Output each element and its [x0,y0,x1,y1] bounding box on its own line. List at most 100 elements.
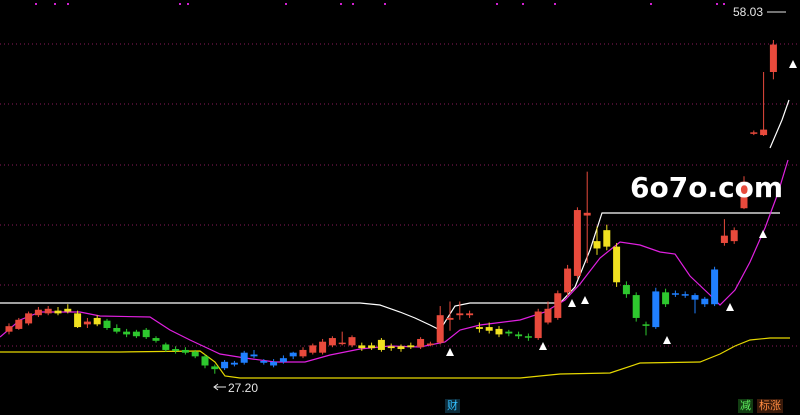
candle-body [289,352,297,357]
candle-body [436,315,444,343]
top-marker-dot [522,3,524,5]
candle [564,264,572,296]
tag-jian[interactable]: 减 [738,399,753,413]
candle-body [348,337,356,346]
candlestick-chart: 58.03 27.20 6o7o.com [0,3,800,395]
candle [711,266,719,307]
candle-body [25,313,33,324]
candle-body [181,349,189,353]
candle-body [260,360,268,363]
candle-body [309,345,317,353]
up-triangle-marker [759,230,767,238]
candle-body [54,310,62,314]
top-marker-dot [179,3,181,5]
candle [652,287,660,329]
tag-zhang[interactable]: 标涨 [757,399,783,413]
top-marker-dot [554,3,556,5]
candle-body [760,129,768,136]
candle-body [711,269,719,305]
candle [593,226,601,255]
resistance-line-tail [769,99,790,149]
candle [221,360,229,371]
top-marker-dot [384,3,386,5]
candle-body [34,309,42,316]
candle-body [44,308,52,314]
top-marker-dot [340,3,342,5]
candle [466,310,474,318]
candle-body [230,362,238,365]
candle [348,335,356,348]
candle-body [15,319,23,329]
candle [554,290,562,320]
candle-body [505,331,513,334]
candle [407,342,415,350]
candle-body [573,210,581,276]
candle [750,130,758,136]
candle-body [730,230,738,242]
candle [397,344,405,352]
candle [34,306,42,318]
candle [25,311,33,326]
top-marker-dot [187,3,189,5]
candle-body [495,328,503,335]
candle [613,242,621,287]
candle [83,317,91,328]
candle-body [485,327,493,331]
candle [172,346,180,354]
candle-body [221,361,229,369]
support-line [0,337,790,379]
candle [299,347,307,359]
candle [5,323,13,335]
candle-body [564,268,572,293]
candle-body [681,294,689,296]
candle-body [417,338,425,348]
candle [230,360,238,367]
candle-body [74,313,82,328]
top-marker-dot [723,3,725,5]
candle-body [211,366,219,370]
tag-cai[interactable]: 财 [445,399,460,413]
up-triangle-marker [663,336,671,344]
candle [760,72,768,136]
candle [495,326,503,338]
candle [309,343,317,355]
candle-body [446,317,454,320]
candle-body [407,345,415,348]
candle-body [93,317,101,325]
candle-body [5,326,13,332]
candle [123,328,131,338]
candle-body [64,308,72,312]
candle [181,347,189,355]
candle-body [769,44,777,72]
candle-body [613,246,621,283]
candle [162,342,170,352]
candle [769,40,777,80]
candle-body [328,338,336,346]
candle [720,219,728,246]
candle [681,291,689,298]
candle [132,329,140,339]
watermark-text: 6o7o.com [630,171,783,204]
max-price-label: 58.03 [733,5,763,19]
candle-body [319,341,327,353]
up-triangle-marker [568,299,576,307]
top-marker-dot [285,3,287,5]
candle [44,306,52,316]
candle-body [456,313,464,316]
candle [524,333,532,341]
candle [289,351,297,360]
candle [730,227,738,244]
candle [113,324,121,334]
candle-body [338,342,346,345]
candle [368,342,376,350]
candle [54,306,62,316]
top-marker-dot [716,3,718,5]
candle [534,308,542,340]
candle-body [622,285,630,295]
candle-body [123,331,131,335]
candle [338,331,346,346]
candle-body [652,291,660,328]
candle-body [426,343,434,346]
candle-body [250,354,258,357]
candle-body [103,320,111,328]
